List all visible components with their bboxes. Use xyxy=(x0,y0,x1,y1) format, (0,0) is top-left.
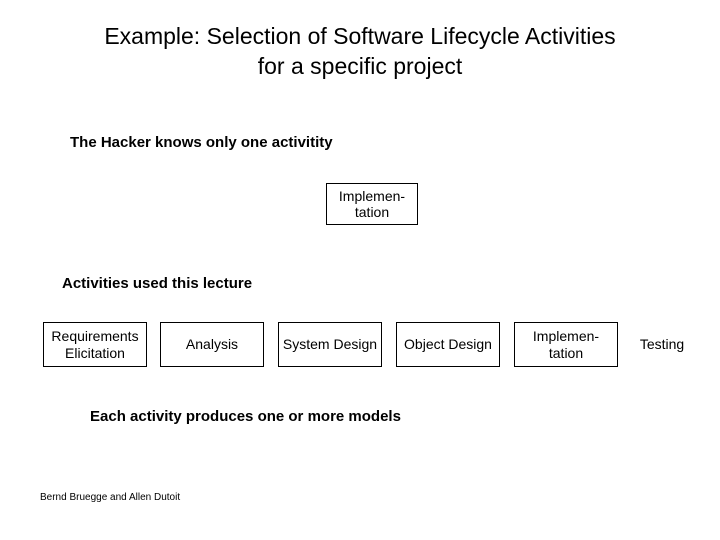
authors-credit: Bernd Bruegge and Allen Dutoit xyxy=(40,492,180,503)
activity-box-requirements: Requirements Elicitation xyxy=(43,322,147,367)
activity-box-analysis: Analysis xyxy=(160,322,264,367)
hacker-activity-box: Implemen-tation xyxy=(326,183,418,225)
activity-box-object-design: Object Design xyxy=(396,322,500,367)
lecture-section-label: Activities used this lecture xyxy=(62,275,252,292)
title-line-2: for a specific project xyxy=(258,53,463,79)
footnote-text: Each activity produces one or more model… xyxy=(90,408,401,425)
activity-box-system-design: System Design xyxy=(278,322,382,367)
activity-box-implementation: Implemen-tation xyxy=(514,322,618,367)
title-line-1: Example: Selection of Software Lifecycle… xyxy=(104,23,615,49)
activity-box-testing: Testing xyxy=(631,322,693,367)
slide-title: Example: Selection of Software Lifecycle… xyxy=(0,0,720,82)
hacker-section-label: The Hacker knows only one activitity xyxy=(70,134,333,151)
